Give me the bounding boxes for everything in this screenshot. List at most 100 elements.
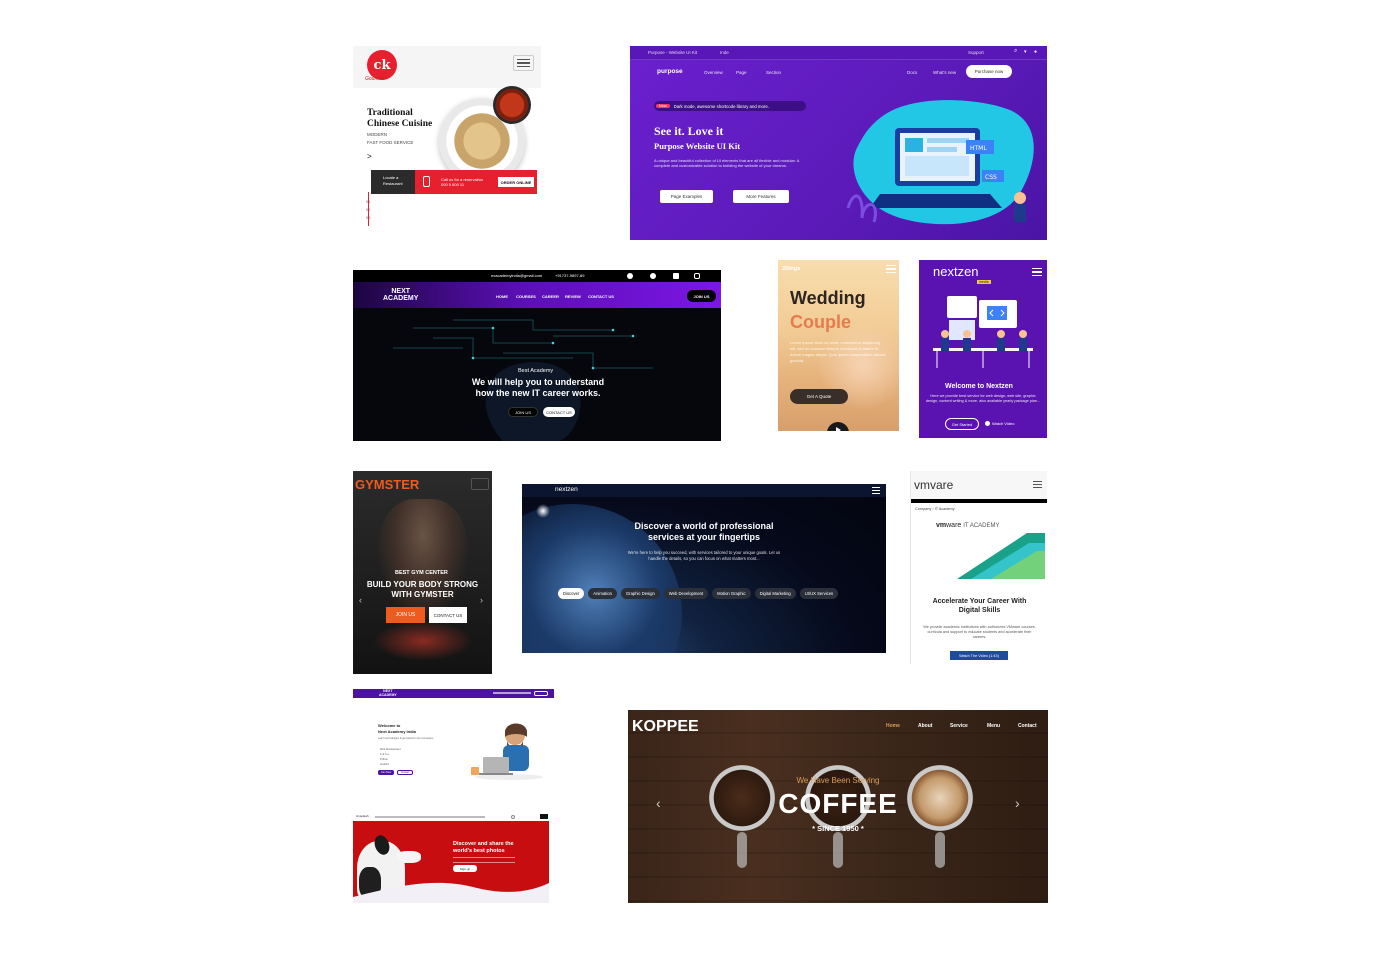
order-online-button[interactable]: ORDER ONLINE — [498, 177, 534, 187]
nav-contact[interactable]: CONTACT US — [588, 294, 614, 299]
wedding-brand[interactable]: 2Rings — [782, 266, 800, 272]
vmware-brand[interactable]: vmvare — [914, 478, 953, 492]
chip-motion-graphic[interactable]: Motion Graphic — [712, 588, 751, 599]
nav-contact[interactable]: Contact — [1018, 723, 1037, 729]
nav-home[interactable]: Home — [886, 723, 900, 729]
search-icon[interactable]: ⌕ — [1014, 48, 1017, 55]
academy-desktop-btn-1[interactable]: Join Now — [378, 770, 394, 775]
play-icon — [835, 427, 841, 431]
google-icon[interactable] — [627, 273, 633, 279]
breadcrumb-home[interactable]: Company — [915, 507, 931, 511]
photos-join-button[interactable] — [540, 814, 548, 819]
arrow-icon[interactable]: > — [367, 152, 372, 161]
koppee-eyebrow: We Have Been Serving — [796, 776, 880, 785]
nav-home[interactable]: HOME — [496, 294, 508, 299]
carousel-prev-icon[interactable]: ‹ — [656, 795, 661, 811]
nav-docs[interactable]: Docs — [907, 70, 917, 75]
photos-search-icon[interactable] — [511, 815, 515, 819]
gym-athlete-image — [378, 499, 468, 619]
watch-video-link[interactable]: Watch Video — [985, 421, 1014, 426]
photos-nav-links[interactable] — [375, 816, 485, 818]
facebook-icon[interactable] — [650, 273, 656, 279]
academy-desktop-body: Learn technologies & get placed in top c… — [378, 737, 434, 740]
hamburger-icon[interactable] — [886, 265, 896, 273]
academy-phone[interactable]: +91737-9897-89 — [555, 273, 584, 278]
user-icon[interactable]: ● — [1034, 49, 1037, 55]
call-reservation-bar[interactable]: Call us for a reservation 000 5 600 11 — [415, 170, 495, 194]
hero-contact-button[interactable]: CONTACT US — [543, 407, 575, 417]
carousel-next-icon[interactable]: › — [480, 595, 483, 605]
gym-red-shorts — [373, 621, 473, 661]
hamburger-icon[interactable] — [872, 487, 880, 494]
academy-desktop-logo[interactable]: NEXT ACADEMY — [379, 689, 397, 697]
instagram-icon[interactable] — [694, 273, 700, 279]
headline-line-1: Discover and share the — [453, 841, 514, 847]
academy-desktop-join-button[interactable] — [534, 691, 548, 696]
chip-uiux-services[interactable]: UI/UX Services — [799, 588, 839, 599]
chip-web-development[interactable]: Web Development — [663, 588, 709, 599]
nav-service[interactable]: Service — [950, 723, 968, 729]
nextzen-desktop-brand[interactable]: nextzen — [555, 486, 578, 493]
chip-digital-marketing[interactable]: Digital Marketing — [754, 588, 796, 599]
play-video-button[interactable] — [827, 422, 849, 431]
cart-icon[interactable]: ▾ — [1024, 49, 1027, 55]
logo-script: Gourmet — [365, 76, 385, 82]
breadcrumb-current: IT Academy — [934, 507, 955, 511]
gym-brand[interactable]: GYMSTER — [355, 477, 419, 492]
photos-brand[interactable]: Unsplash — [356, 814, 369, 818]
academy-email[interactable]: exacademyindia@gmail.com — [491, 273, 542, 278]
nav-review[interactable]: REVIEW — [565, 294, 581, 299]
purchase-button[interactable]: Purchase now — [966, 65, 1012, 78]
academy-desktop-btn-2[interactable]: Contact — [397, 770, 413, 775]
carousel-prev-icon[interactable]: ‹ — [359, 595, 362, 605]
hamburger-icon[interactable] — [1033, 481, 1042, 488]
photos-signup-button[interactable]: Sign up — [453, 865, 477, 872]
topbar-support[interactable]: Support — [968, 50, 984, 55]
academy-headline: We will help you to understand how the n… — [453, 377, 623, 399]
get-started-button[interactable]: Get Started — [945, 418, 979, 430]
restaurant-title: Traditional Chinese Cuisine — [367, 108, 432, 130]
hero-join-button[interactable]: JOIN US — [508, 407, 538, 417]
hamburger-icon[interactable] — [513, 55, 534, 71]
announcement-pill[interactable]: New Dark mode, awesome shortcode library… — [654, 101, 806, 111]
headline-line-2: how the new IT career works. — [475, 388, 601, 398]
nav-about[interactable]: About — [918, 723, 932, 729]
gym-contact-button[interactable]: CONTACT US — [429, 607, 467, 623]
call-text: Call us for a reservation 000 5 600 11 — [441, 177, 483, 187]
locate-restaurant-button[interactable]: Locate a Restaurant — [371, 170, 415, 194]
page-examples-button[interactable]: Page Examples — [660, 190, 713, 203]
title-line-2: Digital Skills — [958, 607, 1001, 614]
watch-video-button[interactable]: Watch The Video (1:43) — [950, 651, 1008, 660]
nav-menu[interactable]: Menu — [987, 723, 1000, 729]
academy-desktop-welcome: Welcome to Next Academy India — [378, 723, 416, 735]
body-line-2: handle the details, so you can focus on … — [648, 556, 760, 561]
more-features-button[interactable]: More Features — [733, 190, 789, 203]
nav-join-button[interactable]: JOIN US — [687, 290, 716, 302]
gym-join-button[interactable]: JOIN US — [386, 607, 425, 623]
menu-toggle-button[interactable] — [471, 478, 489, 490]
chip-animation[interactable]: Animation — [588, 588, 617, 599]
nextzen-brand[interactable]: nextzen — [933, 264, 979, 279]
headline-line-2: services at your fingertips — [647, 532, 761, 542]
topbar-link[interactable]: Inde — [720, 50, 729, 55]
carousel-next-icon[interactable]: › — [1015, 795, 1020, 811]
restaurant-sub-1: MODERN — [367, 132, 387, 137]
academy-desktop-nav-links[interactable] — [493, 692, 531, 694]
nav-overview[interactable]: Overview — [704, 70, 723, 75]
linkedin-icon[interactable] — [673, 273, 679, 279]
title-line-1: Traditional — [367, 108, 413, 118]
nav-whats-new[interactable]: What's new — [933, 70, 956, 75]
chip-discover[interactable]: Discover — [558, 588, 585, 599]
chili-bowl-image — [493, 86, 531, 124]
nav-section[interactable]: Section — [766, 70, 781, 75]
nav-courses[interactable]: COURSES — [516, 294, 536, 299]
nav-page[interactable]: Page — [736, 70, 747, 75]
nav-career[interactable]: CAREER — [542, 294, 559, 299]
get-quote-button[interactable]: Get A Quote — [790, 389, 848, 404]
hamburger-icon[interactable] — [1032, 268, 1042, 276]
chip-graphic-design[interactable]: Graphic Design — [620, 588, 660, 599]
nextzen-mobile-mockup: nextzen media Welcome to Nextzen Here we… — [919, 260, 1047, 438]
purpose-brand[interactable]: purpose — [657, 68, 683, 75]
koppee-brand[interactable]: KOPPEE — [632, 718, 699, 736]
academy-logo[interactable]: NEXT ACADEMY — [383, 288, 418, 302]
